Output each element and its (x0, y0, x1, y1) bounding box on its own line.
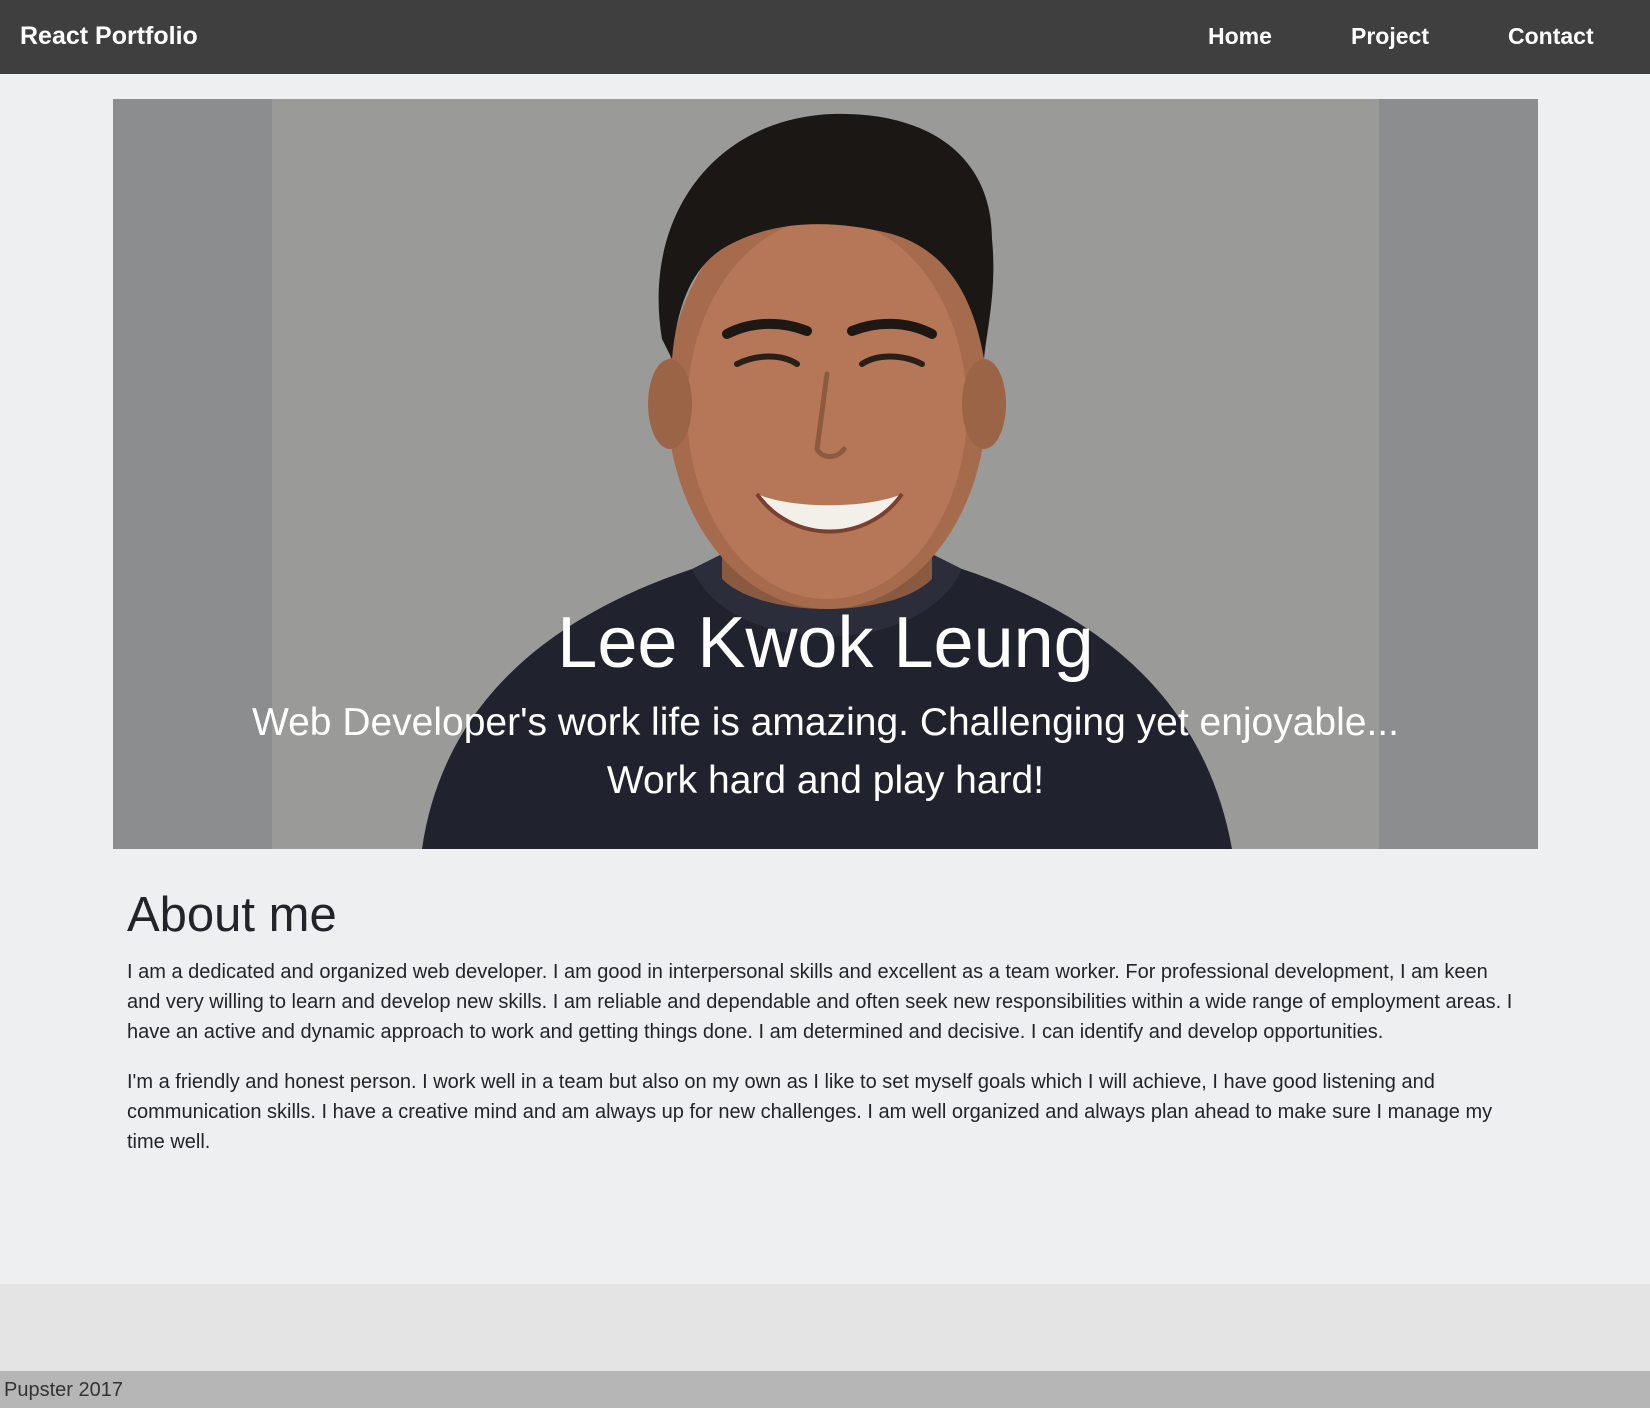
hero-jumbotron: Lee Kwok Leung Web Developer's work life… (113, 99, 1538, 849)
hero-subtitle-line2: Work hard and play hard! (606, 759, 1045, 802)
about-paragraph: I am a dedicated and organized web devel… (127, 961, 1513, 1043)
hero-subtitle-line1: Web Developer's work life is amazing. Ch… (252, 701, 1399, 744)
hero-title: Lee Kwok Leung (557, 603, 1094, 683)
about-section: About me I am a dedicated and organized … (127, 885, 1517, 1177)
nav-link-project[interactable]: Project (1351, 20, 1429, 52)
brand-link[interactable]: React Portfolio (20, 20, 198, 52)
navbar: React Portfolio Home Project Contact (0, 0, 1650, 74)
footer: Pupster 2017 (0, 1371, 1650, 1408)
footer-text: Pupster 2017 (4, 1379, 123, 1401)
nav-link-contact[interactable]: Contact (1508, 20, 1594, 52)
nav-link-home[interactable]: Home (1208, 20, 1272, 52)
footer-spacer (0, 1284, 1650, 1371)
about-heading: About me (127, 888, 337, 942)
about-paragraph: I'm a friendly and honest person. I work… (127, 1071, 1493, 1153)
